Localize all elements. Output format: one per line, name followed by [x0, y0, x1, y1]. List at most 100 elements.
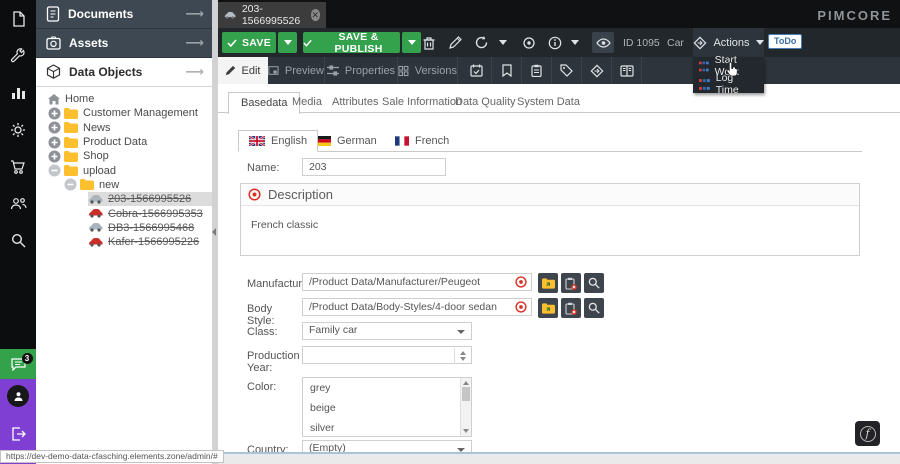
spinner-buttons[interactable]	[454, 348, 470, 364]
rename-button[interactable]	[444, 32, 466, 53]
tree-item-db3[interactable]: DB3-1566995468	[36, 221, 212, 235]
scrollbar-thumb[interactable]	[462, 387, 470, 401]
tree-item-203[interactable]: 203-1566995526	[36, 192, 212, 206]
spin-down-icon[interactable]	[460, 357, 466, 361]
sliders-icon	[327, 65, 339, 76]
tree-item-upload[interactable]: upload	[36, 163, 212, 177]
tab-versions[interactable]: Versions	[398, 57, 458, 84]
save-publish-button[interactable]: SAVE & PUBLISH	[303, 32, 400, 53]
manufacturer-search-button[interactable]	[584, 273, 604, 293]
tab-203-1566995526[interactable]: 203-1566995526 ✕	[218, 2, 326, 28]
edit-content-panel: Basedata Media Attributes Sale Informati…	[218, 84, 900, 464]
tree-item-news[interactable]: News	[36, 121, 212, 135]
user-avatar-button[interactable]	[7, 385, 29, 407]
browser-widget-button[interactable]: f	[855, 421, 880, 446]
color-option-grey[interactable]: grey	[303, 378, 471, 398]
name-input[interactable]	[302, 158, 446, 176]
scroll-up-icon[interactable]	[463, 381, 469, 385]
tree-item-label: 203-1566995526	[108, 192, 191, 206]
bookmark-button[interactable]	[492, 57, 522, 84]
tree-item-label: DB3-1566995468	[108, 221, 194, 235]
color-option-silver[interactable]: silver	[303, 418, 471, 437]
workflow-button[interactable]	[582, 57, 612, 84]
gear-icon[interactable]	[0, 111, 36, 148]
monitor-icon	[268, 65, 279, 76]
color-option-beige[interactable]: beige	[303, 398, 471, 418]
manufacturer-remove-button[interactable]	[561, 273, 581, 293]
manufacturer-input[interactable]	[302, 273, 532, 291]
tree-item-product-data[interactable]: Product Data	[36, 135, 212, 149]
locate-in-tree-button[interactable]	[518, 32, 540, 53]
body-style-label: Body Style:	[247, 303, 302, 327]
preview-eye-button[interactable]	[592, 32, 614, 53]
delete-button[interactable]	[418, 32, 440, 53]
eye-icon	[596, 38, 611, 48]
bar-chart-icon[interactable]	[0, 74, 36, 111]
tab-lang-english[interactable]: English	[238, 130, 318, 152]
color-listbox[interactable]: grey beige silver	[302, 377, 472, 437]
object-data-tabs: Basedata Media Attributes Sale Informati…	[218, 92, 900, 113]
collapse-minus-icon[interactable]	[64, 178, 77, 191]
scroll-down-icon[interactable]	[463, 429, 469, 433]
actions-button[interactable]: Actions	[693, 28, 764, 57]
production-year-input[interactable]	[302, 346, 472, 364]
expand-plus-icon[interactable]	[48, 121, 61, 134]
save-button[interactable]: SAVE	[222, 32, 276, 53]
schedule-button[interactable]	[462, 57, 492, 84]
description-value[interactable]: French classic	[241, 206, 859, 244]
search-icon[interactable]	[0, 222, 36, 259]
class-select[interactable]: Family car	[302, 322, 472, 340]
body-style-open-folder-button[interactable]	[538, 298, 558, 318]
notes-button[interactable]	[522, 57, 552, 84]
accordion-data-objects[interactable]: Data Objects ⟶	[36, 58, 212, 87]
tab-preview[interactable]: Preview	[268, 57, 325, 84]
tab-edit[interactable]: Edit	[218, 57, 268, 84]
body-style-remove-button[interactable]	[561, 298, 581, 318]
folder-icon	[64, 165, 78, 176]
logout-icon[interactable]	[0, 415, 36, 452]
color-list-scrollbar[interactable]	[460, 378, 471, 436]
tree-item-cobra[interactable]: Cobra-1566995353	[36, 206, 212, 220]
accordion-assets[interactable]: Assets ⟶	[36, 29, 212, 58]
folder-open-icon	[542, 278, 555, 289]
expand-plus-icon[interactable]	[48, 107, 61, 120]
tab-properties[interactable]: Properties	[325, 57, 398, 84]
layout-button[interactable]	[612, 57, 642, 84]
spin-up-icon[interactable]	[460, 351, 466, 355]
collapse-panel-arrow-icon[interactable]	[212, 228, 216, 236]
folder-open-icon	[542, 303, 555, 314]
tree-item-shop[interactable]: Shop	[36, 149, 212, 163]
save-dropdown-button[interactable]	[278, 32, 297, 53]
expand-plus-icon[interactable]	[48, 150, 61, 163]
todo-status-badge: ToDo	[768, 34, 802, 49]
tree-item-kafer[interactable]: Kafer-1566995226	[36, 235, 212, 249]
tree-item-customer-management[interactable]: Customer Management	[36, 106, 212, 120]
tab-lang-french[interactable]: French	[385, 130, 459, 152]
panel-splitter[interactable]	[212, 0, 218, 464]
language-tabs-divider	[238, 151, 862, 152]
file-icon[interactable]	[0, 0, 36, 37]
status-url-tooltip: https://dev-demo-data-cfasching.elements…	[0, 450, 224, 463]
menu-item-log-time[interactable]: Log Time	[693, 75, 764, 93]
tab-system-data[interactable]: System Data	[505, 92, 592, 113]
cart-icon[interactable]	[0, 148, 36, 185]
wrench-icon[interactable]	[0, 37, 36, 74]
expand-plus-icon[interactable]	[48, 136, 61, 149]
collapse-minus-icon[interactable]	[48, 164, 61, 177]
body-style-search-button[interactable]	[584, 298, 604, 318]
info-dropdown-button[interactable]	[566, 32, 584, 53]
close-tab-icon[interactable]: ✕	[311, 9, 320, 21]
body-style-input[interactable]	[302, 298, 532, 316]
info-button[interactable]	[544, 32, 566, 53]
tree-item-home[interactable]: Home	[36, 92, 212, 106]
chat-rail-button[interactable]: 3	[0, 349, 36, 379]
accordion-documents[interactable]: Documents ⟶	[36, 0, 212, 29]
reload-dropdown-button[interactable]	[494, 32, 512, 53]
tags-button[interactable]	[552, 57, 582, 84]
users-icon[interactable]	[0, 185, 36, 222]
document-tab-bar: 203-1566995526 ✕ PIMCORE	[218, 0, 900, 28]
reload-button[interactable]	[470, 32, 492, 53]
manufacturer-label: Manufacturer:	[247, 278, 302, 290]
manufacturer-open-folder-button[interactable]	[538, 273, 558, 293]
tree-item-new[interactable]: new	[36, 178, 212, 192]
